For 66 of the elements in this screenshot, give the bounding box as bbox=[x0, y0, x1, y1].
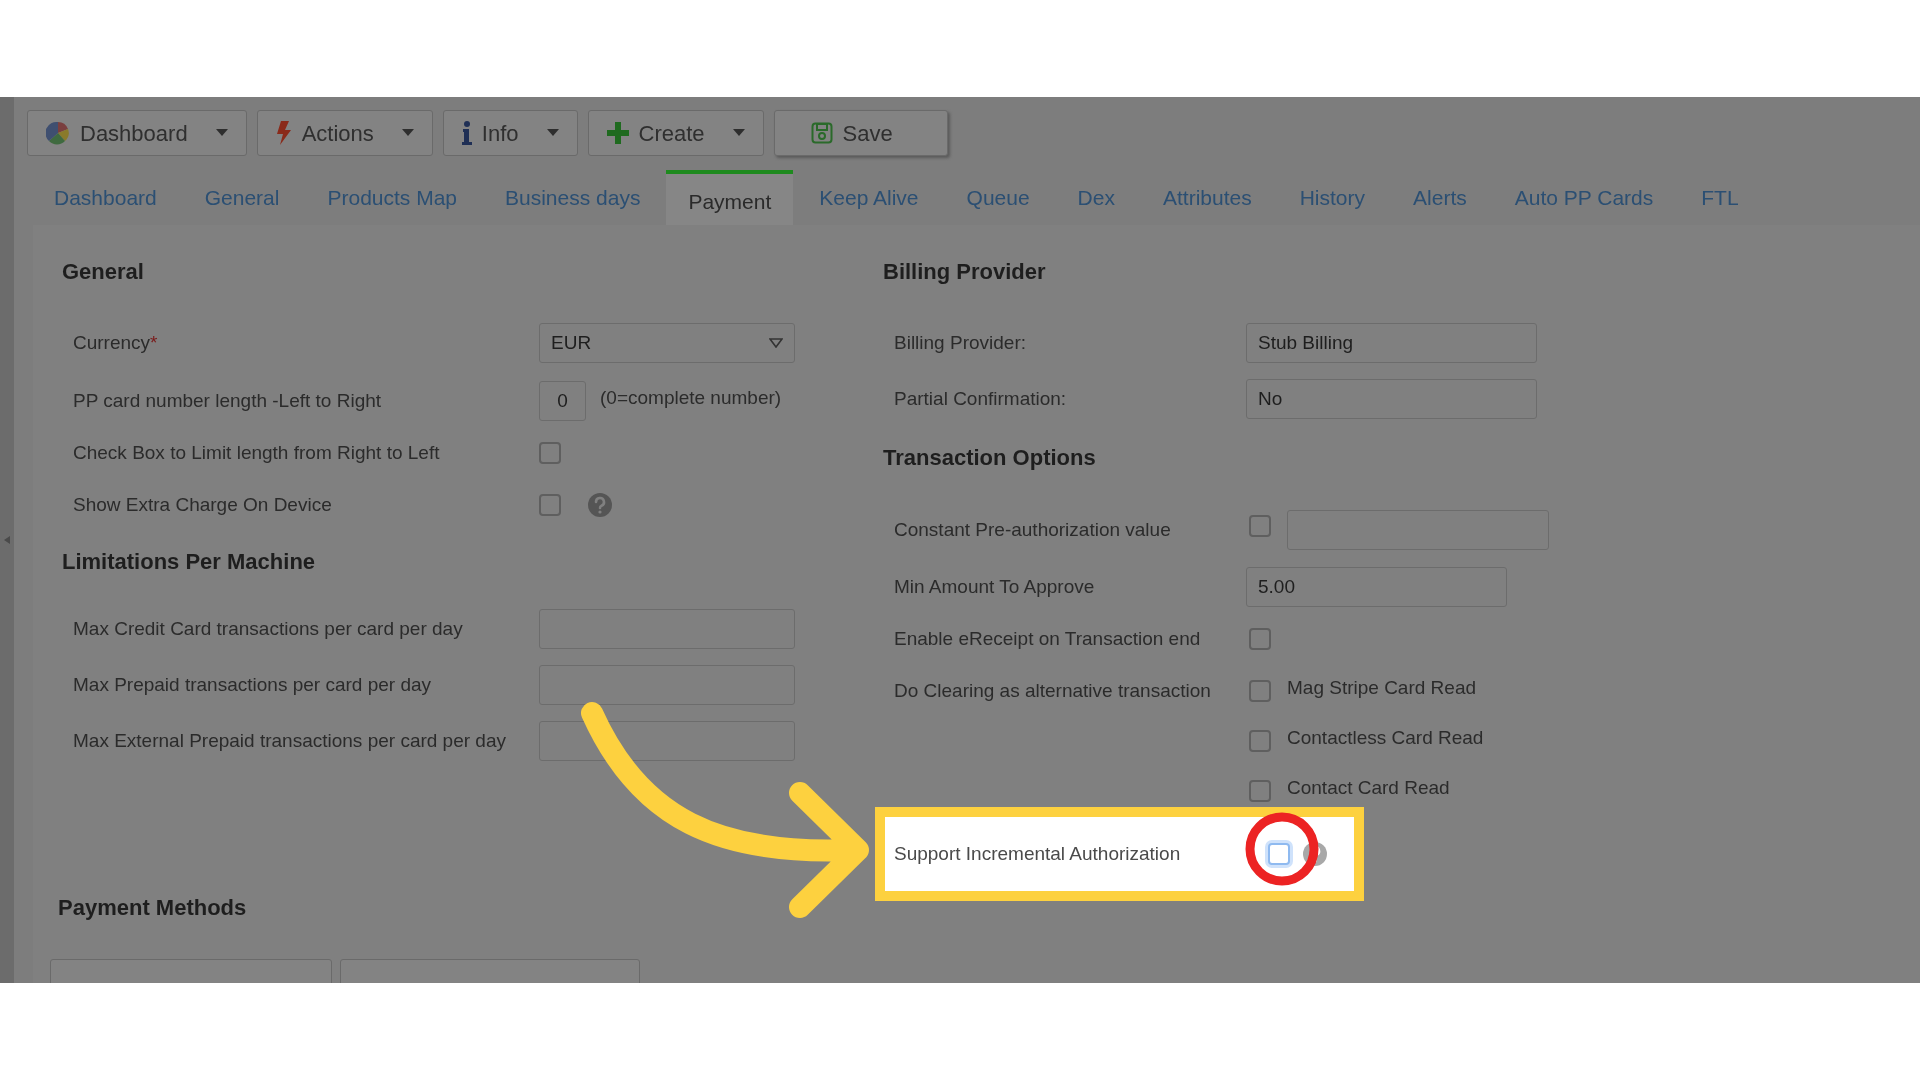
field-label: Check Box to Limit length from Right to Left bbox=[72, 440, 441, 465]
tab[interactable]: Queue bbox=[944, 170, 1052, 225]
readonly-input[interactable]: No bbox=[1246, 379, 1537, 419]
checkbox[interactable] bbox=[1249, 514, 1271, 537]
toolbar-button[interactable]: Save bbox=[773, 110, 948, 156]
section-heading: Limitations Per Machine bbox=[62, 548, 317, 573]
option-label: Mag Stripe Card Read bbox=[1287, 675, 1477, 700]
tab[interactable]: History bbox=[1277, 170, 1388, 225]
field-label: Min Amount To Approve bbox=[894, 574, 1096, 599]
tab[interactable]: FTL bbox=[1679, 170, 1761, 225]
plus-icon bbox=[606, 122, 629, 144]
field-label: Partial Confirmation: bbox=[894, 386, 1068, 411]
field-label: Currency* bbox=[72, 330, 159, 355]
save-icon bbox=[810, 122, 833, 144]
toolbar-button[interactable]: Dashboard bbox=[27, 110, 247, 156]
collapse-icon bbox=[4, 536, 10, 544]
checkbox[interactable] bbox=[1249, 730, 1271, 752]
section-heading: Payment Methods bbox=[58, 894, 248, 919]
field-label: Billing Provider: bbox=[894, 330, 1027, 355]
help-icon[interactable] bbox=[587, 492, 613, 518]
toolbar-button[interactable]: Actions bbox=[256, 110, 433, 156]
checkbox[interactable] bbox=[1249, 780, 1271, 802]
tab[interactable]: General bbox=[182, 170, 302, 225]
checkbox[interactable] bbox=[1249, 680, 1271, 702]
text-input[interactable] bbox=[539, 665, 795, 705]
section-heading: Billing Provider bbox=[882, 258, 1047, 283]
field-label: Max Prepaid transactions per card per day bbox=[72, 672, 432, 697]
lightning-icon bbox=[275, 121, 292, 145]
tab[interactable]: Business days bbox=[483, 170, 663, 225]
field-label: Max Credit Card transactions per card per day bbox=[72, 616, 464, 641]
tab[interactable]: Payment bbox=[666, 170, 794, 225]
readonly-input[interactable]: Stub Billing bbox=[1246, 323, 1537, 363]
tab[interactable]: Products Map bbox=[305, 170, 479, 225]
checkbox[interactable] bbox=[539, 442, 561, 464]
tab[interactable]: Attributes bbox=[1140, 170, 1274, 225]
info-icon bbox=[461, 121, 472, 145]
field-label: Max External Prepaid transactions per card per day bbox=[72, 728, 507, 753]
checkbox[interactable] bbox=[1268, 843, 1290, 865]
toolbar-button[interactable]: Info bbox=[442, 110, 578, 156]
tab[interactable]: Auto PP Cards bbox=[1492, 170, 1676, 225]
text-input[interactable] bbox=[539, 721, 795, 761]
number-input[interactable]: 0 bbox=[539, 381, 586, 421]
dropdown-icon bbox=[769, 338, 783, 348]
tab[interactable]: Keep Alive bbox=[797, 170, 941, 225]
toolbar-button[interactable]: Create bbox=[587, 110, 764, 156]
tab[interactable]: Dashboard bbox=[32, 170, 179, 225]
tab[interactable]: Alerts bbox=[1391, 170, 1489, 225]
field-label: Support Incremental Authorization bbox=[894, 841, 1182, 866]
option-label: Contact Card Read bbox=[1287, 775, 1450, 800]
checkbox[interactable] bbox=[1249, 628, 1271, 650]
field-note: (0=complete number) bbox=[600, 385, 782, 410]
field-label: Show Extra Charge On Device bbox=[72, 492, 333, 517]
field-label: Constant Pre-authorization value bbox=[894, 517, 1172, 542]
checkbox[interactable] bbox=[539, 494, 561, 516]
field-label: PP card number length -Left to Right bbox=[72, 388, 383, 413]
field-label: Enable eReceipt on Transaction end bbox=[894, 626, 1202, 651]
text-input[interactable]: 5.00 bbox=[1246, 567, 1507, 607]
sidebar-strip[interactable] bbox=[0, 97, 14, 983]
pie-chart-icon bbox=[46, 121, 70, 145]
tab[interactable]: Dex bbox=[1055, 170, 1137, 225]
section-heading: Transaction Options bbox=[882, 444, 1097, 469]
field-label: Do Clearing as alternative transaction bbox=[894, 678, 1212, 703]
option-label: Contactless Card Read bbox=[1287, 725, 1484, 750]
currency-select[interactable]: EUR bbox=[539, 323, 795, 363]
section-heading: General bbox=[62, 258, 145, 283]
help-icon[interactable] bbox=[1302, 841, 1328, 867]
